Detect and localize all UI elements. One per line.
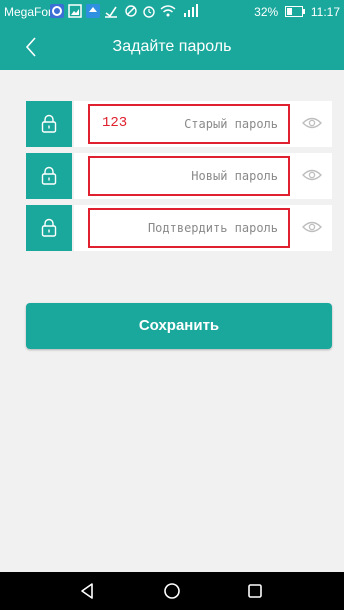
clock: 11:17 <box>310 5 340 19</box>
eye-icon[interactable] <box>302 220 322 234</box>
home-circle-icon[interactable] <box>161 580 183 602</box>
battery-icon <box>284 6 305 17</box>
lock-box <box>26 153 72 199</box>
old-password-row: 123 Старый пароль <box>26 101 332 147</box>
signal-icon <box>184 4 198 17</box>
lock-icon <box>41 166 57 185</box>
status-right: 32% 11:17 <box>254 5 340 19</box>
download-icon <box>105 6 117 18</box>
page-title: Задайте пароль <box>112 38 232 55</box>
app-notification-icon <box>86 4 100 18</box>
recents-square-icon[interactable] <box>244 580 266 602</box>
lock-box <box>26 101 72 147</box>
new-password-placeholder: Новый пароль <box>191 169 278 183</box>
status-bar: MegaFon 32% 11:17 <box>0 0 344 24</box>
confirm-password-input[interactable]: Подтвердить пароль <box>88 208 290 248</box>
save-button[interactable]: Сохранить <box>26 303 332 349</box>
battery-percent: 32% <box>254 5 279 19</box>
old-password-placeholder: Старый пароль <box>184 117 278 131</box>
image-notification-icon <box>68 4 82 18</box>
new-password-row: Новый пароль <box>26 153 332 199</box>
confirm-password-row: Подтвердить пароль <box>26 205 332 251</box>
old-password-value: 123 <box>102 115 128 131</box>
eye-icon[interactable] <box>302 116 322 130</box>
confirm-password-placeholder: Подтвердить пароль <box>147 221 278 235</box>
wifi-icon <box>160 5 176 17</box>
app-bar: Задайте пароль <box>0 24 344 70</box>
carrier-name: MegaFon <box>4 5 55 19</box>
lock-icon <box>41 114 57 133</box>
back-triangle-icon[interactable] <box>77 580 99 602</box>
navigation-bar <box>0 572 344 610</box>
new-password-input[interactable]: Новый пароль <box>88 156 290 196</box>
old-password-input[interactable]: 123 Старый пароль <box>88 104 290 144</box>
notification-circle-icon <box>50 4 64 18</box>
lock-icon <box>41 218 57 237</box>
lock-box <box>26 205 72 251</box>
vibrate-icon <box>125 5 137 17</box>
alarm-icon <box>143 6 155 18</box>
eye-icon[interactable] <box>302 168 322 182</box>
